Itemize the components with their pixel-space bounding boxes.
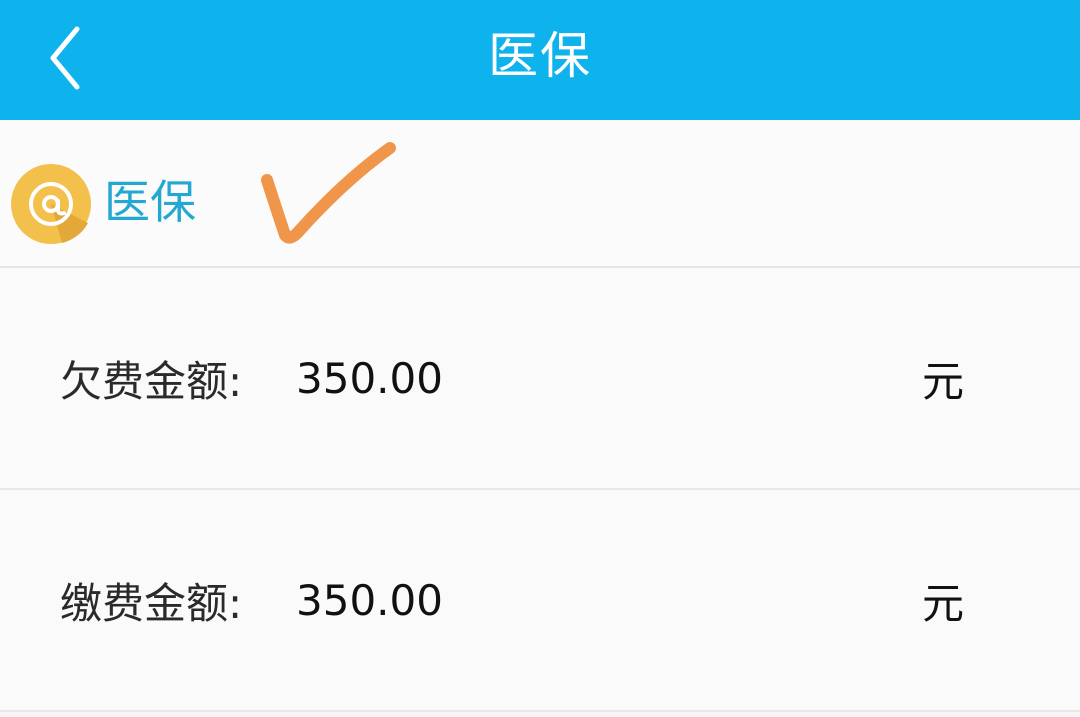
list-item: 欠费金额: 350.00 元 [0,268,1080,490]
arrears-amount-value: 350.00 [296,353,443,403]
payment-amount-unit: 元 [922,578,965,628]
at-sign-icon [11,164,91,244]
section-header: 医保 [0,120,1080,268]
page-title: 医保 [488,27,592,85]
section-title: 医保 [104,175,196,229]
app-header: 医保 [0,0,1080,120]
arrears-amount-label: 欠费金额: [60,356,243,406]
payment-amount-value: 350.00 [296,575,443,625]
payment-amount-label: 缴费金额: [60,578,243,628]
arrears-amount-unit: 元 [922,356,965,406]
orange-checkmark-icon [261,142,396,244]
list-item: 缴费金额: 350.00 元 [0,490,1080,712]
